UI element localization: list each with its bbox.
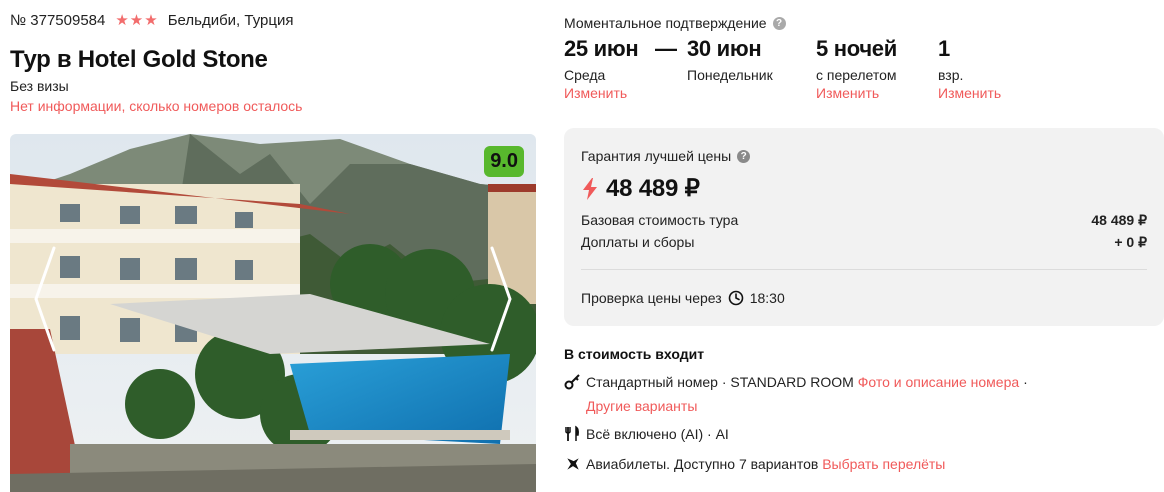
hotel-stars: ★ ★ ★: [115, 13, 157, 28]
instant-confirmation-label: Моментальное подтверждение: [564, 15, 767, 31]
next-photo-arrow-icon[interactable]: [486, 244, 516, 354]
choose-flights-link[interactable]: Выбрать перелёты: [822, 456, 945, 472]
room-other-options-link[interactable]: Другие варианты: [586, 398, 697, 414]
date-to-weekday: Понедельник: [687, 67, 773, 83]
fees-label: Доплаты и сборы: [581, 234, 695, 250]
included-title: В стоимость входит: [564, 346, 705, 362]
change-dates-link[interactable]: Изменить: [564, 85, 638, 101]
base-price-label: Базовая стоимость тура: [581, 212, 739, 228]
adults-block: 1 взр. Изменить: [938, 36, 1001, 101]
key-icon: [564, 374, 580, 390]
meal-plan: Всё включено (AI) · AI: [586, 426, 729, 442]
star-icon: ★: [144, 12, 158, 29]
best-price-guarantee-label: Гарантия лучшей цены: [581, 148, 732, 164]
visa-info: Без визы: [10, 78, 69, 94]
room-separator: ·: [1023, 374, 1028, 390]
rating-badge: 9.0: [484, 146, 524, 177]
adults-count: 1: [938, 36, 950, 61]
base-price-row: Базовая стоимость тура 48 489 ₽: [581, 212, 1147, 229]
plane-icon: [567, 458, 579, 470]
total-price: 48 489 ₽: [582, 174, 700, 203]
date-to: 30 июн: [687, 36, 762, 61]
price-check-timer: Проверка цены через 18:30: [581, 290, 785, 306]
fees-row: Доплаты и сборы + 0 ₽: [581, 234, 1147, 251]
tour-number: № 377509584: [10, 12, 106, 29]
nights-count: 5 ночей: [816, 36, 897, 61]
included-room: Стандартный номер · STANDARD ROOM Фото и…: [564, 370, 1106, 418]
star-icon: ★: [129, 12, 144, 29]
prev-photo-arrow-icon[interactable]: [30, 244, 60, 354]
price-check-time: 18:30: [749, 290, 785, 306]
best-price-guarantee: Гарантия лучшей цены ?: [581, 148, 751, 164]
instant-confirmation: Моментальное подтверждение ?: [564, 15, 786, 31]
included-flight: Авиабилеты. Доступно 7 вариантов Выбрать…: [564, 452, 945, 476]
bolt-icon: [583, 177, 597, 200]
change-nights-link[interactable]: Изменить: [816, 85, 897, 101]
room-photos-link[interactable]: Фото и описание номера: [858, 374, 1019, 390]
rooms-availability-info: Нет информации, сколько номеров осталось: [10, 98, 303, 114]
adults-label: взр.: [938, 67, 964, 83]
date-to-block: 30 июн Понедельник: [687, 36, 773, 83]
page-title: Тур в Hotel Gold Stone: [10, 46, 268, 73]
flight-info: Авиабилеты. Доступно 7 вариантов: [586, 456, 819, 472]
date-separator: —: [655, 36, 677, 61]
change-tourists-link[interactable]: Изменить: [938, 85, 1001, 101]
hotel-photo-gallery[interactable]: 9.0: [10, 134, 536, 492]
clock-icon: [728, 290, 744, 306]
date-from-weekday: Среда: [564, 67, 606, 83]
price-check-label: Проверка цены через: [581, 290, 722, 306]
total-price-value: 48 489 ₽: [606, 175, 700, 202]
question-icon[interactable]: ?: [772, 16, 786, 30]
fees-value: + 0 ₽: [1114, 234, 1147, 250]
date-from: 25 июн: [564, 36, 639, 61]
tour-header-line: № 377509584 ★ ★ ★ Бельдиби, Турция: [10, 12, 293, 29]
hotel-photo: [10, 134, 536, 492]
hotel-location: Бельдиби, Турция: [167, 12, 294, 29]
included-meal: Всё включено (AI) · AI: [564, 422, 729, 446]
fork-knife-icon: [565, 425, 579, 441]
room-description: Стандартный номер · STANDARD ROOM: [586, 374, 854, 390]
nights-flight-note: с перелетом: [816, 67, 897, 83]
price-box: Гарантия лучшей цены ? 48 489 ₽ Базовая …: [564, 128, 1164, 326]
star-icon: ★: [115, 12, 129, 29]
divider: [581, 269, 1147, 270]
date-from-block: 25 июн Среда Изменить: [564, 36, 639, 101]
base-price-value: 48 489 ₽: [1091, 212, 1147, 228]
nights-block: 5 ночей с перелетом Изменить: [816, 36, 897, 101]
question-icon[interactable]: ?: [737, 149, 751, 163]
